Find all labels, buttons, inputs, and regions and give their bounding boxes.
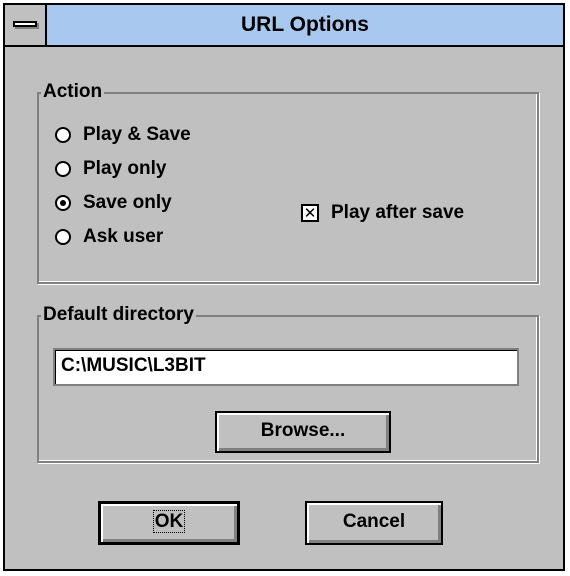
checkbox-label: Play after save <box>331 202 465 223</box>
radio-label: Play only <box>83 158 167 179</box>
radio-label: Ask user <box>83 226 164 247</box>
radio-button-icon <box>55 127 71 143</box>
url-options-dialog: URL Options Action Play & Save Play only… <box>3 3 565 571</box>
radio-play-only[interactable]: Play only <box>55 154 166 184</box>
radio-play-and-save[interactable]: Play & Save <box>55 120 191 150</box>
system-menu-button[interactable] <box>5 5 47 45</box>
default-directory-group: Default directory C:\MUSIC\L3BIT Browse.… <box>37 303 539 463</box>
radio-label: Play & Save <box>83 124 191 145</box>
browse-button[interactable]: Browse... <box>215 411 391 453</box>
radio-button-icon <box>55 229 71 245</box>
play-after-save-checkbox[interactable]: ✕ Play after save <box>301 198 464 228</box>
ok-button-label: OK <box>152 510 186 533</box>
ok-button[interactable]: OK <box>98 501 240 545</box>
cancel-button[interactable]: Cancel <box>305 501 443 545</box>
radio-label: Save only <box>83 192 172 213</box>
radio-save-only[interactable]: Save only <box>55 188 172 218</box>
checkbox-checked-icon: ✕ <box>301 204 319 222</box>
action-group: Action Play & Save Play only Save only A… <box>37 80 539 284</box>
system-menu-icon <box>13 21 37 27</box>
window-title: URL Options <box>241 13 369 36</box>
title-bar: URL Options <box>5 5 563 47</box>
browse-button-label: Browse... <box>260 420 346 441</box>
radio-button-icon <box>55 161 71 177</box>
radio-ask-user[interactable]: Ask user <box>55 222 163 252</box>
action-group-label: Action <box>41 80 105 104</box>
default-directory-label: Default directory <box>41 303 196 327</box>
radio-button-selected-icon <box>55 195 71 211</box>
cancel-button-label: Cancel <box>342 511 406 532</box>
default-directory-input[interactable]: C:\MUSIC\L3BIT <box>53 348 519 386</box>
